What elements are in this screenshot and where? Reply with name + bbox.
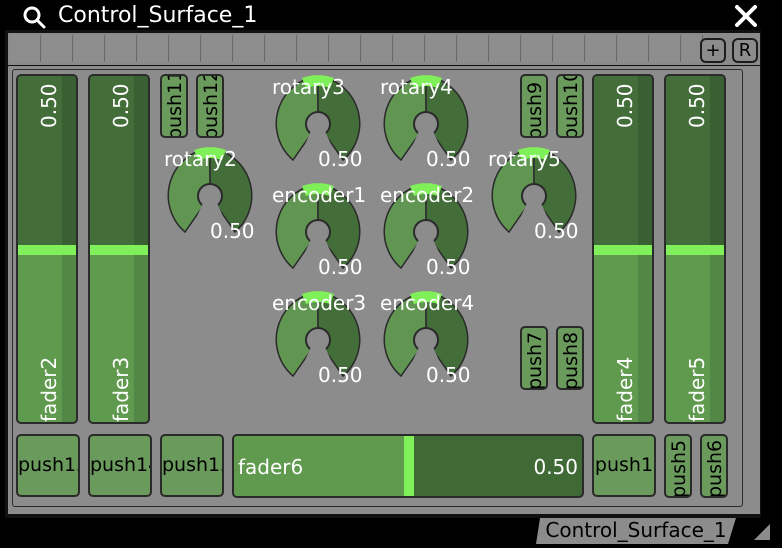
knob-value: 0.50: [426, 363, 471, 387]
push-label: push15: [18, 454, 78, 476]
rotary5-knob[interactable]: rotary5 0.50: [484, 146, 584, 256]
knob-value: 0.50: [534, 219, 579, 243]
push-label: push6: [704, 439, 726, 498]
knob-value: 0.50: [318, 363, 363, 387]
reset-button[interactable]: R: [732, 38, 758, 63]
push-label: push1: [594, 454, 654, 476]
fader-value: 0.50: [533, 455, 578, 479]
push-label: push5: [668, 439, 690, 498]
fader-handle[interactable]: [404, 436, 414, 496]
push12-button[interactable]: push12: [196, 74, 224, 138]
toolbar-slot[interactable]: [330, 35, 361, 62]
toolbar-slot[interactable]: [234, 35, 265, 62]
toolbar-slot[interactable]: [266, 35, 297, 62]
knob-value: 0.50: [318, 255, 363, 279]
toolbar-slot[interactable]: [298, 35, 329, 62]
fader-value: 0.50: [685, 83, 709, 128]
knob-label: encoder3: [272, 291, 367, 315]
push-label: push7: [524, 331, 546, 390]
push-label: push10: [560, 74, 582, 138]
fader3[interactable]: 0.50 fader3: [88, 74, 150, 424]
rotary3-knob[interactable]: rotary3 0.50: [268, 74, 368, 184]
knob-value: 0.50: [426, 255, 471, 279]
push8-button[interactable]: push8: [556, 326, 584, 390]
fader-value: 0.50: [613, 83, 637, 128]
toolbar-slot[interactable]: [426, 35, 457, 62]
close-icon[interactable]: [734, 4, 758, 28]
encoder2-knob[interactable]: encoder2 0.50: [376, 182, 476, 292]
push-label: push11: [164, 74, 186, 138]
fader4[interactable]: 0.50 fader4: [592, 74, 654, 424]
fader-handle[interactable]: [594, 245, 652, 255]
push-label: push9: [524, 81, 546, 138]
toolbar-slot[interactable]: [394, 35, 425, 62]
fader-label: fader3: [109, 356, 133, 422]
toolbar-slot[interactable]: [554, 35, 585, 62]
fader-label: fader4: [613, 356, 637, 422]
toolbar-slot[interactable]: [618, 35, 649, 62]
knob-label: encoder4: [380, 291, 475, 315]
knob-value: 0.50: [426, 147, 471, 171]
push-label: push13: [162, 454, 222, 476]
title-bar: Control_Surface_1: [0, 0, 782, 30]
push-label: push12: [200, 74, 222, 138]
fader2[interactable]: 0.50 fader2: [16, 74, 78, 424]
tab-control-surface[interactable]: Control_Surface_1: [536, 518, 736, 544]
toolbar-slot[interactable]: [650, 35, 681, 62]
knob-label: rotary3: [272, 75, 345, 99]
push10-button[interactable]: push10: [556, 74, 584, 138]
add-button[interactable]: +: [700, 38, 726, 63]
fader6[interactable]: fader6 0.50: [232, 434, 584, 498]
knob-value: 0.50: [210, 219, 255, 243]
push13-button[interactable]: push13: [160, 434, 224, 497]
toolbar-slot[interactable]: [362, 35, 393, 62]
knob-label: rotary4: [380, 75, 453, 99]
push6-button[interactable]: push6: [700, 434, 728, 498]
knob-label: rotary5: [488, 147, 561, 171]
toolbar: [8, 33, 760, 65]
push7-button[interactable]: push7: [520, 326, 548, 390]
encoder3-knob[interactable]: encoder3 0.50: [268, 290, 368, 400]
fader-label: fader5: [685, 356, 709, 422]
toolbar-slot[interactable]: [10, 35, 41, 62]
knob-label: encoder2: [380, 183, 475, 207]
toolbar-slot[interactable]: [522, 35, 553, 62]
toolbar-slot[interactable]: [586, 35, 617, 62]
push-label: push14: [90, 454, 150, 476]
fader-handle[interactable]: [90, 245, 148, 255]
toolbar-slot[interactable]: [138, 35, 169, 62]
window-title: Control_Surface_1: [58, 3, 258, 28]
toolbar-slot[interactable]: [42, 35, 73, 62]
fader-value: 0.50: [109, 83, 133, 128]
push9-button[interactable]: push9: [520, 74, 548, 138]
toolbar-slot[interactable]: [490, 35, 521, 62]
fader-value: 0.50: [37, 83, 61, 128]
fader5[interactable]: 0.50 fader5: [664, 74, 726, 424]
push14-button[interactable]: push14: [88, 434, 152, 497]
knob-label: encoder1: [272, 183, 367, 207]
fader-handle[interactable]: [18, 245, 76, 255]
rotary4-knob[interactable]: rotary4 0.50: [376, 74, 476, 184]
knob-value: 0.50: [318, 147, 363, 171]
knob-label: rotary2: [164, 147, 237, 171]
rotary2-knob[interactable]: rotary2 0.50: [160, 146, 260, 256]
toolbar-slot[interactable]: [458, 35, 489, 62]
toolbar-slot[interactable]: [170, 35, 201, 62]
push5-button[interactable]: push5: [664, 434, 692, 498]
search-icon[interactable]: [22, 5, 46, 29]
encoder1-knob[interactable]: encoder1 0.50: [268, 182, 368, 292]
push1-button[interactable]: push1: [592, 434, 656, 497]
resize-corner-icon[interactable]: [752, 522, 772, 542]
push-label: push8: [560, 331, 582, 390]
fader-label: fader2: [37, 356, 61, 422]
encoder4-knob[interactable]: encoder4 0.50: [376, 290, 476, 400]
push15-button[interactable]: push15: [16, 434, 80, 497]
toolbar-slot[interactable]: [202, 35, 233, 62]
toolbar-slot[interactable]: [74, 35, 105, 62]
fader-handle[interactable]: [666, 245, 724, 255]
push11-button[interactable]: push11: [160, 74, 188, 138]
fader-label: fader6: [238, 455, 304, 479]
toolbar-slot[interactable]: [106, 35, 137, 62]
